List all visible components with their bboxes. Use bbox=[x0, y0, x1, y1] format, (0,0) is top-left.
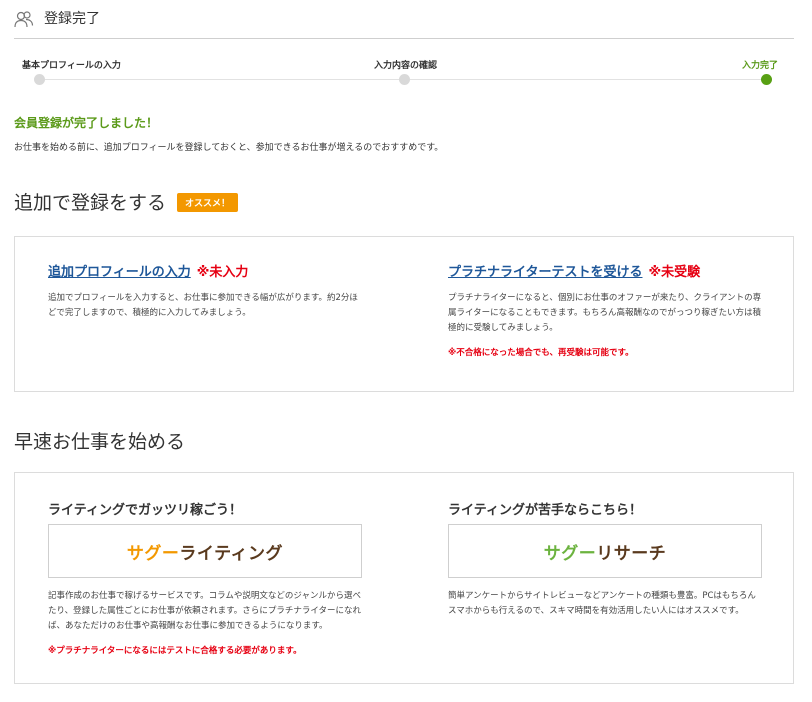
step-basic-profile: 基本プロフィールの入力 bbox=[22, 58, 121, 85]
section-title-start: 早速お仕事を始める bbox=[14, 431, 186, 453]
card-note: ※プラチナライターになるにはテストに合格する必要があります。 bbox=[48, 646, 302, 656]
platinum-test-link[interactable]: プラチナライターテストを受ける bbox=[448, 265, 642, 280]
status-label: ※未受験 bbox=[648, 265, 701, 280]
section-title-register: 追加で登録をする bbox=[14, 192, 167, 214]
page-header: 登録完了 bbox=[14, 6, 794, 39]
card-heading: ライティングが苦手ならこちら！ bbox=[448, 503, 642, 518]
step-indicator: 基本プロフィールの入力 入力内容の確認 入力完了 bbox=[22, 58, 778, 88]
card-description: プラチナライターになると、個別にお仕事のオファーが来たり、クライアントの専属ライ… bbox=[448, 293, 762, 333]
step-dot-active bbox=[761, 74, 772, 85]
step-label: 入力完了 bbox=[741, 61, 778, 71]
additional-profile-card: 追加プロフィールの入力 ※未入力 追加でプロフィールを入力すると、お仕事に参加でき… bbox=[48, 261, 362, 321]
register-options-panel: 追加プロフィールの入力 ※未入力 追加でプロフィールを入力すると、お仕事に参加でき… bbox=[14, 236, 794, 392]
status-label: ※未入力 bbox=[196, 265, 249, 280]
additional-profile-link[interactable]: 追加プロフィールの入力 bbox=[48, 265, 191, 280]
users-icon bbox=[14, 11, 34, 28]
start-work-panel: ライティングでガッツリ稼ごう！ サグーライティング 記事作成のお仕事で稼げるサー… bbox=[14, 472, 794, 684]
card-description: 記事作成のお仕事で稼げるサービスです。コラムや説明文などのジャンルから選べたり、… bbox=[48, 591, 361, 631]
card-heading: プラチナライターテストを受ける ※未受験 bbox=[448, 261, 762, 280]
card-description: 簡単アンケートからサイトレビューなどアンケートの種類も豊富。PCはもちろんスマホ… bbox=[448, 591, 756, 616]
recommend-badge: オススメ！ bbox=[177, 193, 239, 212]
completion-title: 会員登録が完了しました！ bbox=[14, 116, 159, 130]
step-label: 入力内容の確認 bbox=[374, 61, 438, 71]
step-complete: 入力完了 bbox=[741, 58, 778, 85]
card-heading: ライティングでガッツリ稼ごう！ bbox=[48, 503, 242, 518]
step-confirm: 入力内容の確認 bbox=[374, 58, 438, 85]
step-dot bbox=[34, 74, 45, 85]
writing-service-card: ライティングでガッツリ稼ごう！ サグーライティング 記事作成のお仕事で稼げるサー… bbox=[48, 499, 362, 656]
page-title: 登録完了 bbox=[44, 11, 100, 27]
sagoo-writing-banner[interactable]: サグーライティング bbox=[48, 524, 362, 578]
step-dot bbox=[399, 74, 410, 85]
sagoo-writing-logo: サグーライティング bbox=[126, 543, 284, 564]
card-description: 追加でプロフィールを入力すると、お仕事に参加できる幅が広がります。約2分ほどで完… bbox=[48, 293, 358, 318]
sagoo-research-banner[interactable]: サグーリサーチ bbox=[448, 524, 762, 578]
card-note: ※不合格になった場合でも、再受験は可能です。 bbox=[448, 348, 634, 358]
step-label: 基本プロフィールの入力 bbox=[22, 61, 121, 71]
card-heading: 追加プロフィールの入力 ※未入力 bbox=[48, 261, 362, 280]
completion-description: お仕事を始める前に、追加プロフィールを登録しておくと、参加できるお仕事が増えるの… bbox=[14, 143, 444, 153]
research-service-card: ライティングが苦手ならこちら！ サグーリサーチ 簡単アンケートからサイトレビュー… bbox=[448, 499, 762, 619]
platinum-test-card: プラチナライターテストを受ける ※未受験 プラチナライターになると、個別にお仕事の… bbox=[448, 261, 762, 358]
sagoo-research-logo: サグーリサーチ bbox=[543, 543, 667, 564]
